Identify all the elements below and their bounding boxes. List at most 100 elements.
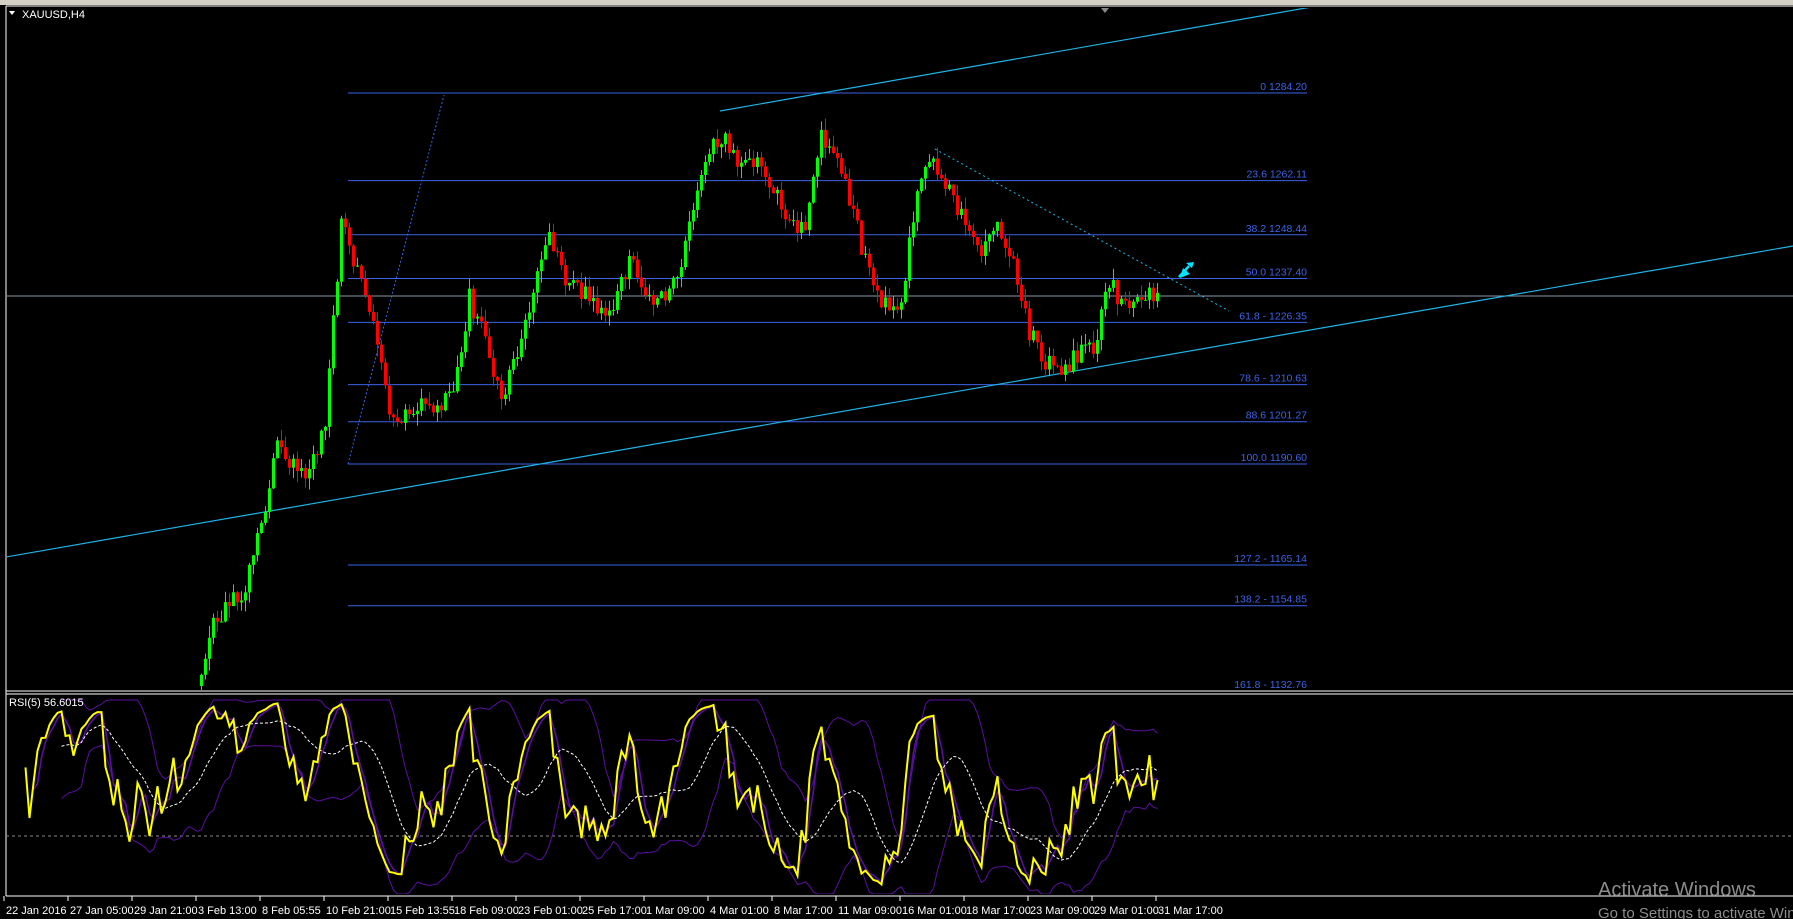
- descending-dotted-trendline[interactable]: [934, 148, 1230, 312]
- candle: [708, 148, 711, 166]
- candle: [1012, 251, 1015, 260]
- candle: [764, 161, 767, 186]
- lower-channel-trendline[interactable]: [6, 245, 1793, 558]
- candle: [544, 236, 547, 260]
- candle: [372, 304, 375, 325]
- time-axis[interactable]: 22 Jan 2016 27 Jan 05:00 29 Jan 21:00 3 Feb…: [3, 896, 1223, 917]
- candle: [1048, 347, 1051, 376]
- candle: [384, 358, 387, 389]
- upper-channel-trendline[interactable]: [719, 6, 1317, 112]
- fib-level-label: 127.2 - 1165.14: [1234, 553, 1307, 565]
- chart-menu-triangle-icon[interactable]: [9, 11, 15, 15]
- rsi-upper-band: [61, 699, 1158, 840]
- candle: [356, 257, 359, 268]
- candle: [704, 155, 707, 184]
- candle: [1028, 300, 1031, 347]
- fibonacci-retracement[interactable]: 0 1284.20 23.6 1262.11 38.2 1248.44 50.0 12…: [348, 81, 1307, 691]
- candle: [988, 233, 991, 252]
- candle: [900, 297, 903, 319]
- window-top-strip: [0, 0, 1793, 5]
- candle: [344, 212, 347, 235]
- rsi-label: RSI(5) 56.6015: [9, 697, 84, 709]
- rsi-moving-average: [61, 720, 1158, 864]
- candle: [1124, 292, 1127, 305]
- candle: [604, 300, 607, 323]
- candle: [1008, 235, 1011, 268]
- candle: [948, 180, 951, 191]
- candle: [816, 155, 819, 188]
- candle: [208, 625, 211, 671]
- candle: [324, 425, 327, 441]
- arrow-marker-icon[interactable]: [1178, 262, 1194, 278]
- candle: [408, 404, 411, 420]
- candle: [1040, 334, 1043, 371]
- candle: [656, 297, 659, 308]
- time-tick-label: 29 Mar 01:00: [1094, 905, 1159, 917]
- candle: [424, 397, 427, 412]
- candle: [596, 286, 599, 316]
- candle: [860, 219, 863, 255]
- candle: [472, 285, 475, 325]
- candle: [348, 222, 351, 255]
- candle: [648, 284, 651, 302]
- candle: [436, 399, 439, 422]
- time-tick-label: 8 Feb 05:55: [262, 905, 321, 917]
- candle: [1044, 353, 1047, 375]
- candle: [256, 527, 259, 562]
- candle: [980, 239, 983, 263]
- candle: [956, 185, 959, 220]
- candle: [780, 182, 783, 219]
- candle: [524, 313, 527, 350]
- time-tick-label: 16 Mar 01:00: [902, 905, 967, 917]
- candle: [216, 610, 219, 632]
- candle: [752, 150, 755, 177]
- fib-level-label: 23.6 1262.11: [1246, 169, 1307, 181]
- candle: [1088, 339, 1091, 353]
- time-tick-label: 25 Feb 17:00: [582, 905, 647, 917]
- candle: [520, 329, 523, 361]
- candle: [676, 275, 679, 289]
- candle: [724, 131, 727, 153]
- candle: [580, 272, 583, 309]
- candle: [716, 129, 719, 154]
- candle: [664, 287, 667, 307]
- candle: [268, 479, 271, 519]
- candle: [640, 265, 643, 295]
- chart-window[interactable]: 0 1284.20 23.6 1262.11 38.2 1248.44 50.0 12…: [0, 0, 1793, 919]
- fib-level-label: 161.8 - 1132.76: [1234, 679, 1307, 691]
- candle: [808, 201, 811, 236]
- candle: [976, 236, 979, 252]
- chart-title: XAUUSD,H4: [22, 9, 85, 21]
- candle: [244, 585, 247, 612]
- fib-level-label: 50.0 1237.40: [1246, 267, 1307, 279]
- candle: [760, 151, 763, 177]
- chart-shift-marker-icon[interactable]: [1101, 8, 1109, 13]
- candle: [788, 213, 791, 223]
- candle: [968, 220, 971, 237]
- candle: [616, 284, 619, 315]
- candle: [556, 247, 559, 257]
- candle: [536, 267, 539, 304]
- candle: [832, 135, 835, 155]
- candle: [352, 244, 355, 274]
- candle: [592, 286, 595, 312]
- candle: [840, 152, 843, 177]
- candle: [224, 591, 227, 623]
- candle: [396, 408, 399, 427]
- candle: [744, 152, 747, 166]
- candle: [312, 445, 315, 480]
- fib-level-label: 0 1284.20: [1260, 81, 1307, 93]
- candle: [380, 340, 383, 371]
- candle: [784, 203, 787, 229]
- candle: [1024, 289, 1027, 314]
- candle: [920, 177, 923, 194]
- activate-windows-subtitle: Go to Settings to activate Windows.: [1598, 905, 1793, 919]
- candle: [796, 211, 799, 242]
- candle: [944, 173, 947, 197]
- candle: [588, 276, 591, 306]
- candle: [416, 402, 419, 426]
- fib-level-label: 138.2 - 1154.85: [1234, 594, 1307, 606]
- candle: [248, 562, 251, 603]
- candle: [960, 201, 963, 219]
- candle: [412, 406, 415, 418]
